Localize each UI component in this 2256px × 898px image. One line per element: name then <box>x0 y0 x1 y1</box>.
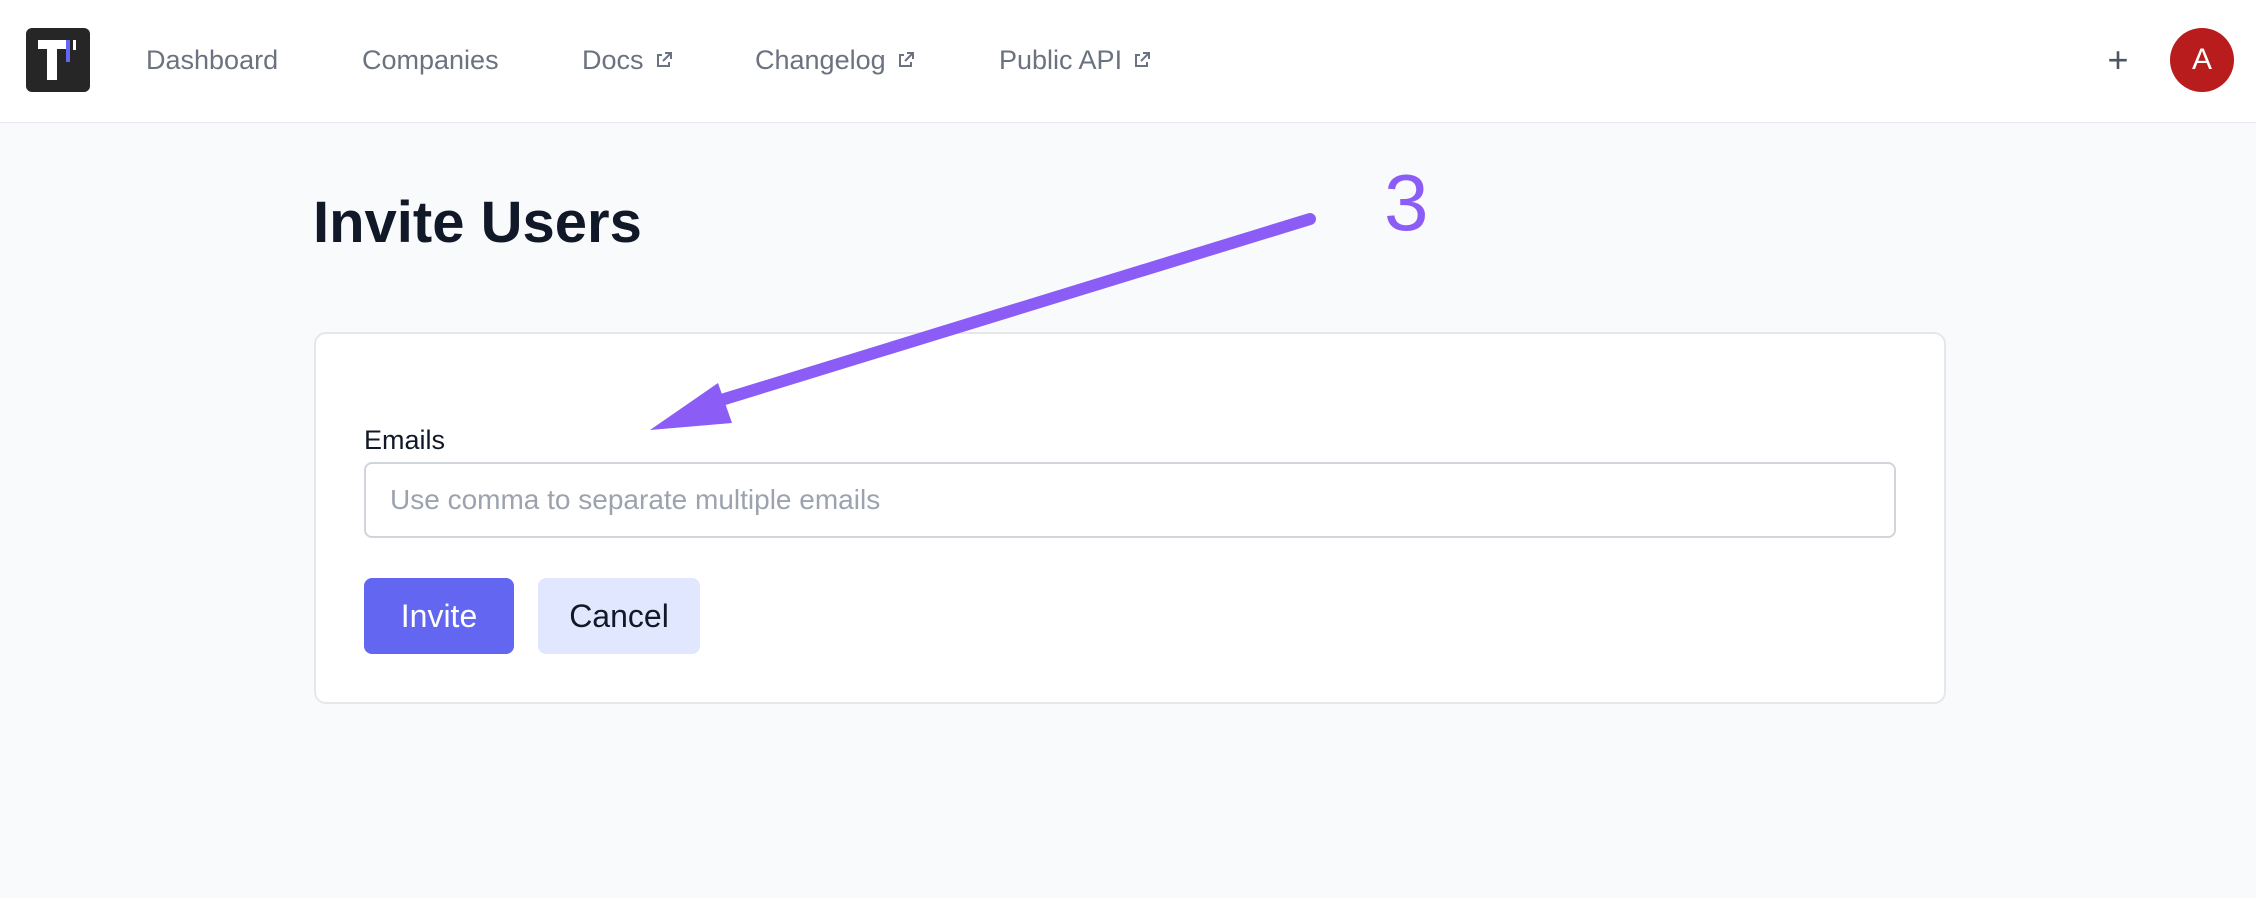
external-link-icon <box>1132 50 1152 70</box>
annotation-step-number: 3 <box>1384 158 1429 247</box>
nav-dashboard-label: Dashboard <box>146 45 279 75</box>
nav-public-api-label: Public API <box>999 45 1123 75</box>
cancel-button[interactable]: Cancel <box>538 578 700 654</box>
emails-input[interactable] <box>364 462 1896 538</box>
nav-public-api[interactable]: Public API <box>999 40 1152 80</box>
page-title: Invite Users <box>313 190 642 255</box>
top-nav-bar: Dashboard Companies Docs Changelog Publi… <box>0 0 2256 123</box>
nav-companies[interactable]: Companies <box>362 40 499 80</box>
user-avatar[interactable]: A <box>2170 28 2234 92</box>
nav-docs[interactable]: Docs <box>582 40 674 80</box>
invite-button[interactable]: Invite <box>364 578 514 654</box>
external-link-icon <box>654 50 674 70</box>
add-plus-button[interactable]: + <box>2100 40 2136 80</box>
nav-dashboard[interactable]: Dashboard <box>146 40 278 80</box>
nav-docs-label: Docs <box>582 45 644 75</box>
emails-label: Emails <box>364 425 446 455</box>
nav-companies-label: Companies <box>362 45 499 75</box>
logo-icon <box>38 40 76 80</box>
nav-changelog[interactable]: Changelog <box>755 40 916 80</box>
nav-changelog-label: Changelog <box>755 45 886 75</box>
app-logo[interactable] <box>26 28 90 92</box>
external-link-icon <box>896 50 916 70</box>
